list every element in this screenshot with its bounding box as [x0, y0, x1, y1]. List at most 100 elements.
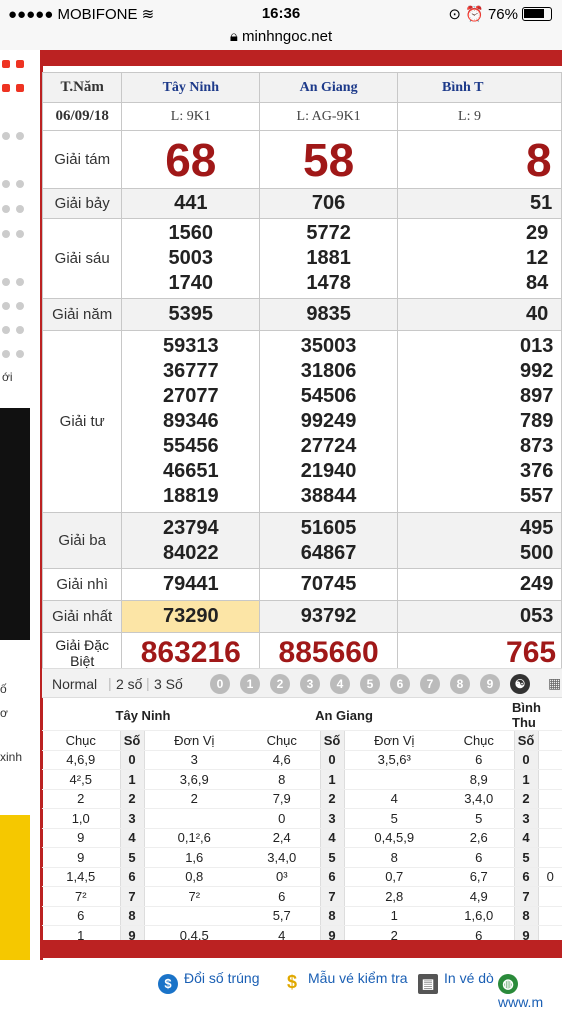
prize-5-number: 9835: [306, 303, 351, 325]
filter-tab-3-so[interactable]: 3 Số: [154, 676, 183, 692]
sidebar-text: ố: [0, 682, 7, 696]
dollar-sign-icon: $: [286, 972, 297, 992]
digit-ball[interactable]: 8: [450, 674, 470, 694]
loto-tail-digits: 2,4: [244, 828, 320, 848]
loto-tail-digits: 9: [42, 828, 120, 848]
prize-4-number: 789: [520, 410, 554, 432]
filter-tab-2-so[interactable]: 2 số: [116, 676, 142, 692]
loto-province-header: Bình Thu: [444, 700, 562, 731]
loto-head-digit: 6: [513, 867, 539, 887]
prize-4-number: 27724: [300, 435, 357, 457]
ticket-code: L: 9: [397, 102, 562, 131]
loto-tail-digits: [538, 886, 562, 907]
loto-head-digit: 2: [119, 789, 145, 809]
province-name[interactable]: An Giang: [259, 72, 399, 103]
loto-tail-digits: 1,4,5: [42, 867, 120, 887]
prize-4-number: 36777: [162, 360, 219, 382]
loto-tail-digits: 8: [344, 847, 444, 868]
prize-8-number: 8: [526, 133, 552, 186]
prize-7-number: 51: [530, 192, 553, 214]
status-bar: ●●●●● MOBIFONE ≋ 16:36 ⊙ ⏰ 76%: [0, 0, 562, 28]
prize-label: Giải nhất: [41, 600, 123, 633]
loto-tail-digits: 6: [244, 886, 320, 907]
loto-tail-digits: [538, 789, 562, 809]
print-icon[interactable]: ▦: [548, 675, 561, 692]
side-advertisement[interactable]: [0, 815, 30, 960]
loto-row: 9 5 1,6 3,4,0 5 8 6 5: [42, 847, 562, 868]
prize-4-number: 376: [520, 460, 554, 482]
sidebar-text: xinh: [0, 750, 23, 764]
digit-ball[interactable]: 4: [330, 674, 350, 694]
lottery-results-table: T.Năm Tây Ninh An Giang Bình T 06/09/18 …: [41, 72, 562, 673]
col-header-chuc: Chục: [244, 730, 320, 751]
loto-tail-digits: [144, 808, 244, 829]
digit-ball[interactable]: 5: [360, 674, 380, 694]
prize-8-number: 58: [303, 133, 355, 186]
loto-head-digit: 6: [119, 867, 145, 887]
alarm-icon: ⏰: [465, 6, 484, 23]
prize-4-number: 21940: [300, 460, 357, 482]
battery-status: ⊙ ⏰ 76%: [448, 5, 552, 23]
special-prize-number: 863216: [140, 635, 241, 669]
prize-2-number: 79441: [162, 573, 219, 595]
loto-tail-digits: [538, 750, 562, 770]
prize-6-number: 29: [526, 222, 549, 244]
loto-tail-digits: [538, 769, 562, 790]
doi-so-trung-link[interactable]: $ Đổi số trúng: [158, 970, 259, 994]
loto-row: 6 8 5,7 8 1 1,6,0 8: [42, 906, 562, 926]
prize-4-number: 35003: [300, 335, 357, 357]
mau-ve-kiem-tra-link[interactable]: $ Mẫu vé kiểm tra: [282, 970, 408, 992]
loto-tail-digits: 1,6: [144, 847, 244, 868]
prize-6-number: 84: [526, 272, 549, 294]
loto-tail-digits: 3,4,0: [244, 847, 320, 868]
loto-tail-digits: 4,9: [444, 886, 514, 907]
loto-head-digit: 7: [119, 886, 145, 907]
loto-row: 4,6,9 0 3 4,6 0 3,5,6³ 6 0: [42, 750, 562, 770]
digit-ball[interactable]: 1: [240, 674, 260, 694]
prize-2-number: 70745: [300, 573, 357, 595]
loto-table: Tây Ninh An Giang Bình Thu Chục Số Đơn Vị …: [42, 700, 562, 946]
loto-tail-digits: 3,4,0: [444, 789, 514, 809]
loto-tail-digits: 0,7: [344, 867, 444, 887]
loto-province-header: An Giang: [244, 700, 444, 731]
prize-4-number: 873: [520, 435, 554, 457]
url-bar[interactable]: 🔒︎ minhngoc.net: [0, 28, 562, 50]
prize-7-number: 706: [311, 192, 346, 214]
yin-yang-icon[interactable]: ☯: [510, 674, 530, 694]
loto-head-digit: 7: [319, 886, 345, 907]
digit-ball[interactable]: 3: [300, 674, 320, 694]
digit-ball[interactable]: 9: [480, 674, 500, 694]
globe-icon: ◍: [498, 974, 518, 994]
prize-1-number: 73290: [162, 605, 219, 627]
prize-6-number: 1560: [168, 222, 214, 244]
loto-tail-digits: 8,9: [444, 769, 514, 790]
col-header-chuc: Chục: [42, 730, 120, 751]
loto-tail-digits: 8: [244, 769, 320, 790]
digit-ball[interactable]: 0: [210, 674, 230, 694]
loto-tail-digits: 7²: [42, 886, 120, 907]
side-advertisement[interactable]: [0, 408, 30, 640]
col-header-so: Số: [513, 730, 539, 751]
loto-tail-digits: [144, 906, 244, 926]
prize-5-number: 40: [526, 303, 549, 325]
digit-ball[interactable]: 7: [420, 674, 440, 694]
loto-head-digit: 8: [319, 906, 345, 926]
in-ve-do-link[interactable]: ▤ In vé dò: [418, 970, 494, 994]
digit-ball[interactable]: 6: [390, 674, 410, 694]
prize-4-number: 31806: [300, 360, 357, 382]
dollar-coin-icon: $: [158, 974, 178, 994]
prize-7-number: 441: [174, 192, 208, 214]
province-name[interactable]: Bình T: [397, 72, 562, 103]
loto-head-digit: 0: [513, 750, 539, 770]
province-name[interactable]: Tây Ninh: [121, 72, 261, 103]
prize-label: Giải năm: [41, 298, 123, 331]
battery-icon: [522, 7, 552, 21]
filter-tab-normal[interactable]: Normal: [52, 676, 97, 692]
loto-tail-digits: 1: [344, 906, 444, 926]
loto-tail-digits: 6: [444, 847, 514, 868]
col-header-chuc: Chục: [444, 730, 514, 751]
loto-tail-digits: 1,6,0: [444, 906, 514, 926]
loto-head-digit: 6: [319, 867, 345, 887]
digit-ball[interactable]: 2: [270, 674, 290, 694]
website-link[interactable]: ◍www.m: [498, 970, 562, 1010]
